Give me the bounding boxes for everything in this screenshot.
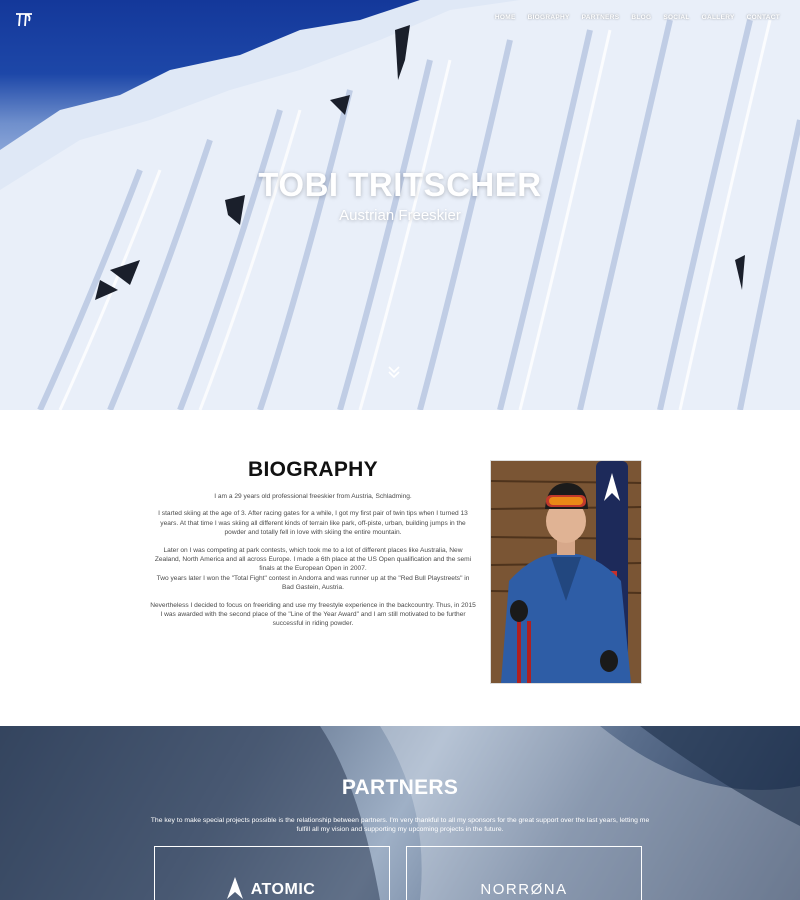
partner-name: ATOMIC — [250, 881, 316, 898]
partners-description: The key to make special projects possibl… — [150, 816, 650, 834]
biography-title: BIOGRAPHY — [248, 458, 378, 481]
nav-item-gallery[interactable]: GALLERY — [702, 14, 735, 21]
bio-paragraph: Later on I was competing at park contest… — [154, 546, 472, 573]
hero-section: HOME BIOGRAPHY PARTNERS BLOG SOCIAL GALL… — [0, 0, 800, 410]
bio-paragraph: I am a 29 years old professional freeski… — [214, 493, 412, 500]
biography-section: BIOGRAPHY I am a 29 years old profession… — [0, 410, 800, 726]
hero-title: TOBI TRITSCHER — [258, 166, 542, 203]
hero-subtitle: Austrian Freeskier — [339, 207, 461, 224]
hero-mountain-image — [0, 0, 800, 410]
nav-item-social[interactable]: SOCIAL — [663, 14, 689, 21]
partners-section: PARTNERS The key to make special project… — [0, 726, 800, 900]
nav-item-blog[interactable]: BLOG — [631, 14, 651, 21]
bio-paragraph: Two years later I won the "Total Fight" … — [156, 574, 470, 592]
athlete-portrait-photo — [490, 460, 642, 684]
nav-item-contact[interactable]: CONTACT — [747, 14, 780, 21]
nav-item-home[interactable]: HOME — [495, 14, 516, 21]
biography-text: I am a 29 years old professional freeski… — [150, 492, 476, 637]
partner-card-atomic[interactable]: ATOMIC — [154, 846, 390, 900]
bio-paragraph: Nevertheless I decided to focus on freer… — [150, 601, 476, 628]
nav-item-partners[interactable]: PARTNERS — [582, 14, 620, 21]
main-nav: HOME BIOGRAPHY PARTNERS BLOG SOCIAL GALL… — [495, 14, 780, 21]
partner-card-norrona[interactable]: NORRØNA — [406, 846, 642, 900]
bio-paragraph: I started skiing at the age of 3. After … — [158, 510, 468, 537]
site-logo[interactable] — [14, 10, 34, 30]
partner-name: NORRØNA — [480, 881, 568, 898]
partners-title: PARTNERS — [341, 776, 459, 799]
nav-item-biography[interactable]: BIOGRAPHY — [528, 14, 570, 21]
partners-background-image — [0, 726, 800, 900]
scroll-down-chevron-icon[interactable] — [386, 364, 402, 380]
